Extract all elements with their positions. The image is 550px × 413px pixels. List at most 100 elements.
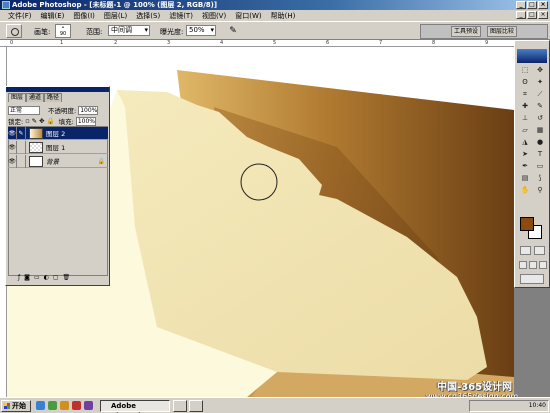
type-tool-icon[interactable]: T — [533, 149, 547, 160]
link-slot[interactable] — [17, 154, 26, 168]
airbrush-icon[interactable]: ✎ — [226, 25, 240, 37]
task-button-2[interactable] — [173, 400, 187, 412]
jump-to-imageready-button[interactable] — [520, 274, 544, 284]
lock-transparent-icon[interactable]: ▫ — [25, 117, 29, 125]
range-label: 范围: — [86, 28, 103, 36]
exposure-field[interactable]: 50% — [186, 25, 216, 36]
palette-well — [420, 24, 548, 39]
visibility-eye-icon[interactable]: 👁 — [8, 126, 17, 140]
trash-icon[interactable]: 🗑 — [63, 274, 71, 282]
layer-row-2[interactable]: 👁 ✎ 图层 2 — [8, 126, 108, 140]
menu-window[interactable]: 窗口(W) — [235, 11, 261, 21]
layer-thumbnail — [29, 155, 43, 167]
new-layer-icon[interactable]: ▢ — [53, 274, 59, 282]
blur-tool-icon[interactable]: ◮ — [518, 137, 532, 148]
doc-restore-button[interactable]: □ — [527, 11, 537, 19]
media-icon[interactable] — [60, 401, 69, 410]
maximize-button[interactable]: □ — [527, 1, 537, 9]
path-select-icon[interactable]: ➤ — [518, 149, 532, 160]
layer-row-1[interactable]: 👁 图层 1 — [8, 140, 108, 154]
menu-help[interactable]: 帮助(H) — [271, 11, 296, 21]
doc-minimize-button[interactable]: _ — [516, 11, 526, 19]
ruler-tick: 6 — [326, 40, 330, 46]
tool-preset-picker[interactable] — [6, 24, 22, 38]
healing-brush-icon[interactable]: ✚ — [518, 101, 532, 112]
crop-tool-icon[interactable]: ⌗ — [518, 89, 532, 100]
photoshop-logo-icon[interactable] — [517, 49, 547, 63]
gradient-tool-icon[interactable]: ▦ — [533, 125, 547, 136]
menu-image[interactable]: 图像(I) — [73, 11, 95, 21]
new-set-icon[interactable]: ▭ — [34, 274, 40, 282]
history-brush-icon[interactable]: ↺ — [533, 113, 547, 124]
lock-label: 锁定: — [8, 118, 24, 126]
adjustment-layer-icon[interactable]: ◐ — [44, 274, 49, 282]
opacity-field[interactable]: 100% — [78, 105, 99, 115]
brush-tool-icon[interactable]: ✎ — [533, 101, 547, 112]
hand-tool-icon[interactable]: ✋ — [518, 185, 532, 196]
slice-tool-icon[interactable]: ⟋ — [533, 89, 547, 100]
menu-layer[interactable]: 图层(L) — [104, 11, 127, 21]
dodge-tool-icon[interactable]: ● — [533, 137, 547, 148]
menu-filter[interactable]: 滤镜(T) — [169, 11, 193, 21]
lock-icon: 🔒 — [97, 157, 105, 165]
ie-icon[interactable] — [36, 401, 45, 410]
visibility-eye-icon[interactable]: 👁 — [8, 154, 17, 168]
lasso-tool-icon[interactable]: ʘ — [518, 77, 532, 88]
tab-channels[interactable]: 通道 — [26, 93, 45, 102]
palette-titlebar[interactable] — [6, 87, 109, 92]
menu-edit[interactable]: 编辑(E) — [41, 11, 65, 21]
brush-picker[interactable]: • 90 — [55, 24, 71, 38]
app-icon[interactable] — [72, 401, 81, 410]
screen-mode-full[interactable] — [539, 261, 547, 269]
shape-tool-icon[interactable]: ▭ — [533, 161, 547, 172]
lock-image-icon[interactable]: ✎ — [32, 117, 37, 125]
opacity-label: 不透明度: — [48, 107, 77, 115]
menu-file[interactable]: 文件(F) — [8, 11, 32, 21]
app2-icon[interactable] — [84, 401, 93, 410]
system-tray: 10:40 — [469, 400, 549, 412]
zoom-tool-icon[interactable]: ⚲ — [533, 185, 547, 196]
layer-row-background[interactable]: 👁 背景 🔒 — [8, 154, 108, 168]
menu-bar: 文件(F) 编辑(E) 图像(I) 图层(L) 选择(S) 滤镜(T) 视图(V… — [0, 10, 550, 21]
ruler-tick: 5 — [273, 40, 277, 46]
eraser-tool-icon[interactable]: ▱ — [518, 125, 532, 136]
tab-layers[interactable]: 图层 — [8, 93, 27, 102]
tab-paths[interactable]: 路径 — [44, 93, 63, 102]
screen-mode-full-menu[interactable] — [529, 261, 537, 269]
link-slot[interactable] — [17, 140, 26, 154]
layer-name: 背景 — [46, 158, 59, 166]
task-button-3[interactable] — [189, 400, 203, 412]
quick-mask-button[interactable] — [534, 246, 545, 255]
tab-tool-presets[interactable]: 工具预设 — [451, 26, 482, 37]
standard-mode-button[interactable] — [520, 246, 531, 255]
menu-select[interactable]: 选择(S) — [136, 11, 160, 21]
start-button[interactable]: 开始 — [1, 400, 31, 412]
magic-wand-icon[interactable]: ✦ — [533, 77, 547, 88]
pen-tool-icon[interactable]: ✒ — [518, 161, 532, 172]
marquee-tool-icon[interactable]: ⬚ — [518, 65, 532, 76]
paintbrush-icon: ✎ — [17, 126, 26, 140]
move-tool-icon[interactable]: ✥ — [533, 65, 547, 76]
notes-tool-icon[interactable]: ▤ — [518, 173, 532, 184]
visibility-eye-icon[interactable]: 👁 — [8, 140, 17, 154]
lock-all-icon[interactable]: 🔒 — [47, 117, 55, 125]
tab-layer-comps[interactable]: 图层比较 — [487, 26, 518, 37]
eyedropper-tool-icon[interactable]: ⟆ — [533, 173, 547, 184]
minimize-button[interactable]: _ — [516, 1, 526, 9]
layer-style-icon[interactable]: ƒ — [18, 274, 20, 282]
screen-mode-standard[interactable] — [519, 261, 527, 269]
stamp-tool-icon[interactable]: ⊥ — [518, 113, 532, 124]
close-button[interactable]: × — [538, 1, 548, 9]
fill-field[interactable]: 100% — [75, 116, 96, 126]
blend-mode-select[interactable]: 正常 — [8, 105, 40, 115]
desktop-icon[interactable] — [48, 401, 57, 410]
mask-icon[interactable]: ◙ — [24, 274, 30, 282]
range-select[interactable]: 中间调 — [108, 25, 150, 36]
foreground-color-swatch[interactable] — [520, 217, 534, 231]
ruler-tick: 2 — [114, 40, 118, 46]
watermark-title: 中国-365设计网 — [437, 382, 513, 393]
lock-position-icon[interactable]: ✥ — [39, 117, 44, 125]
doc-close-button[interactable]: × — [538, 11, 548, 19]
menu-view[interactable]: 视图(V) — [202, 11, 226, 21]
task-photoshop[interactable]: Adobe Photoshop - ... — [100, 400, 170, 413]
